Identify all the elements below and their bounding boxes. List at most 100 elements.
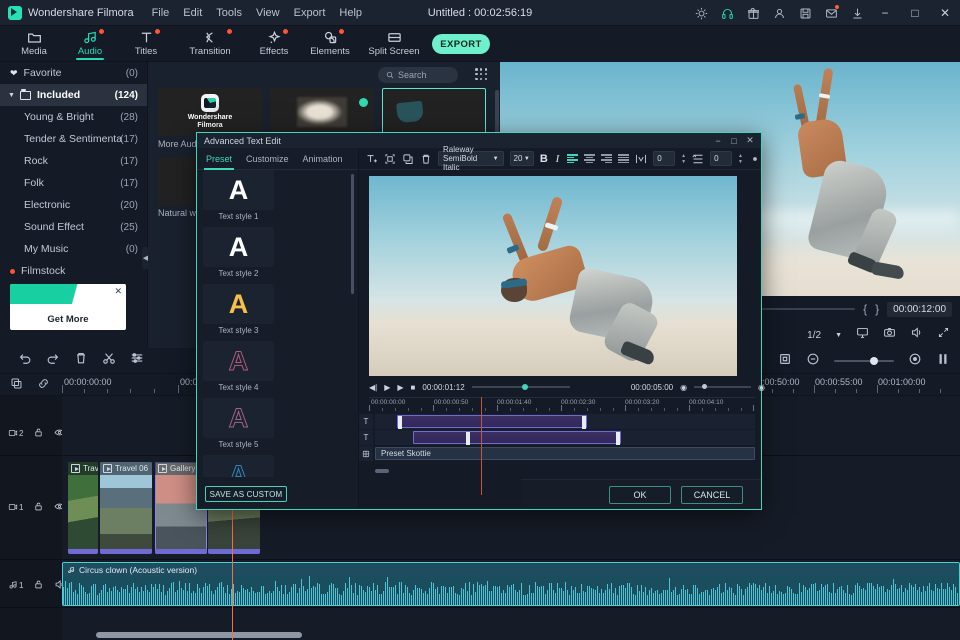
letter-spacing-stepper[interactable]: ▲ ▼ xyxy=(681,151,686,166)
select-all-icon[interactable] xyxy=(384,152,396,166)
menu-help[interactable]: Help xyxy=(339,7,362,19)
trash-icon[interactable] xyxy=(420,152,432,166)
brightness-icon[interactable] xyxy=(688,0,714,26)
dialog-preview-canvas[interactable] xyxy=(369,176,737,376)
italic-button[interactable]: I xyxy=(554,153,561,165)
text-style-cell[interactable]: A Text style 5 xyxy=(203,398,274,449)
video-clip[interactable]: Travel 06 xyxy=(100,462,152,554)
dialog-text-clip[interactable] xyxy=(413,431,621,445)
sidebar-item-included[interactable]: ▼ Included (124) xyxy=(0,84,147,106)
tab-preset[interactable]: Preset xyxy=(203,148,235,170)
line-spacing-stepper[interactable]: ▲ ▼ xyxy=(738,151,743,166)
sidebar-item-my-music[interactable]: My Music (0) xyxy=(0,238,147,260)
ok-button[interactable]: OK xyxy=(609,486,671,504)
tab-elements[interactable]: Elements xyxy=(302,26,358,62)
window-minimize-button[interactable]: − xyxy=(870,0,900,26)
promo-banner[interactable]: ✕ Get More xyxy=(10,284,126,330)
sidebar-item-tender-sentimental[interactable]: Tender & Sentimenta (17) xyxy=(0,128,147,150)
fullscreen-icon[interactable] xyxy=(937,326,950,344)
play-icon[interactable]: ▶ xyxy=(384,383,390,392)
dialog-zoom-slider[interactable] xyxy=(694,383,752,389)
dialog-minimize-button[interactable]: − xyxy=(711,133,725,148)
search-input[interactable]: Search xyxy=(378,67,458,83)
sidebar-item-favorite[interactable]: ❤ Favorite (0) xyxy=(0,62,147,84)
dialog-playhead[interactable] xyxy=(481,397,482,495)
crop-icon[interactable] xyxy=(778,352,792,371)
fit-zoom-icon[interactable]: ◉ xyxy=(758,383,765,392)
mark-out-icon[interactable]: } xyxy=(875,302,879,316)
gift-icon[interactable] xyxy=(740,0,766,26)
pause-icon[interactable] xyxy=(936,352,950,371)
dialog-maximize-button[interactable]: □ xyxy=(727,133,741,148)
settings-icon[interactable] xyxy=(130,351,144,370)
tab-split-screen[interactable]: Split Screen xyxy=(358,26,430,62)
camera-icon[interactable] xyxy=(883,326,896,344)
preset-scrollbar[interactable] xyxy=(351,174,354,294)
sidebar-item-filmstock[interactable]: Filmstock xyxy=(0,260,147,282)
mail-icon[interactable] xyxy=(818,0,844,26)
menu-export[interactable]: Export xyxy=(294,7,326,19)
align-left-button[interactable] xyxy=(567,154,579,163)
dialog-preset-clip[interactable]: Preset Skottie xyxy=(375,447,755,460)
scissors-icon[interactable] xyxy=(102,351,116,370)
tab-customize[interactable]: Customize xyxy=(246,148,289,170)
sidebar-item-electronic[interactable]: Electronic (20) xyxy=(0,194,147,216)
duplicate-text-icon[interactable] xyxy=(402,152,414,166)
dialog-seek-slider[interactable] xyxy=(471,383,570,390)
window-close-button[interactable]: ✕ xyxy=(930,0,960,26)
audio-clip[interactable]: Circus clown (Acoustic version) xyxy=(62,562,960,606)
download-icon[interactable] xyxy=(844,0,870,26)
quality-select[interactable]: 1/2 ▼ xyxy=(807,330,842,341)
snapshot-icon[interactable] xyxy=(856,326,869,344)
text-style-cell[interactable]: A Text style 1 xyxy=(203,170,274,221)
color-picker-icon[interactable] xyxy=(749,152,761,166)
tab-animation[interactable]: Animation xyxy=(303,148,343,170)
undo-icon[interactable] xyxy=(18,351,32,370)
dialog-timeline-ruler[interactable]: 00:00:00:00 00:00:00:50 00:00:01:40 00:0… xyxy=(369,397,755,413)
align-center-button[interactable] xyxy=(584,154,596,163)
text-style-cell[interactable]: A Text style 6 xyxy=(203,455,274,477)
tab-effects[interactable]: Effects xyxy=(246,26,302,62)
sidebar-item-rock[interactable]: Rock (17) xyxy=(0,150,147,172)
grid-view-icon[interactable] xyxy=(475,68,488,81)
menu-view[interactable]: View xyxy=(256,7,280,19)
tab-titles[interactable]: Titles xyxy=(118,26,174,62)
redo-icon[interactable] xyxy=(46,351,60,370)
mark-in-icon[interactable]: { xyxy=(863,302,867,316)
text-style-cell[interactable]: A Text style 3 xyxy=(203,284,274,335)
menu-edit[interactable]: Edit xyxy=(183,7,202,19)
lock-icon[interactable] xyxy=(33,501,44,514)
dialog-timeline-scrollbar[interactable] xyxy=(375,469,389,473)
account-icon[interactable] xyxy=(766,0,792,26)
headphone-icon[interactable] xyxy=(714,0,740,26)
dialog-close-button[interactable]: ✕ xyxy=(743,133,757,148)
zoom-slider[interactable] xyxy=(834,357,894,365)
next-frame-icon[interactable]: ▶ xyxy=(397,383,403,392)
sidebar-item-folk[interactable]: Folk (17) xyxy=(0,172,147,194)
lock-icon[interactable] xyxy=(33,579,44,592)
download-badge-icon[interactable] xyxy=(359,98,368,107)
save-icon[interactable] xyxy=(792,0,818,26)
bold-button[interactable]: B xyxy=(540,153,548,165)
step-back-icon[interactable]: ◀| xyxy=(369,383,377,392)
duplicate-icon[interactable] xyxy=(10,377,23,395)
close-icon[interactable]: ✕ xyxy=(114,286,122,297)
align-right-button[interactable] xyxy=(601,154,613,163)
dialog-text-clip[interactable] xyxy=(397,415,587,429)
video-clip[interactable]: Trav xyxy=(68,462,98,554)
line-spacing-input[interactable]: 0 xyxy=(710,151,733,166)
window-maximize-button[interactable]: □ xyxy=(900,0,930,26)
menu-file[interactable]: File xyxy=(152,7,170,19)
add-text-icon[interactable] xyxy=(366,152,378,166)
tab-media[interactable]: Media xyxy=(6,26,62,62)
track-a1-lane[interactable]: Circus clown (Acoustic version) xyxy=(62,560,960,607)
tab-transition[interactable]: Transition xyxy=(174,26,246,62)
link-icon[interactable] xyxy=(37,377,50,395)
font-family-select[interactable]: Raleway SemiBold Italic ▼ xyxy=(438,145,504,172)
text-style-cell[interactable]: A Text style 4 xyxy=(203,341,274,392)
timeline-horizontal-scrollbar[interactable] xyxy=(96,632,302,638)
sidebar-item-young-bright[interactable]: Young & Bright (28) xyxy=(0,106,147,128)
zoom-in-icon[interactable] xyxy=(908,352,922,371)
volume-icon[interactable] xyxy=(910,326,923,344)
dialog-text-track-1-lane[interactable] xyxy=(375,414,755,429)
